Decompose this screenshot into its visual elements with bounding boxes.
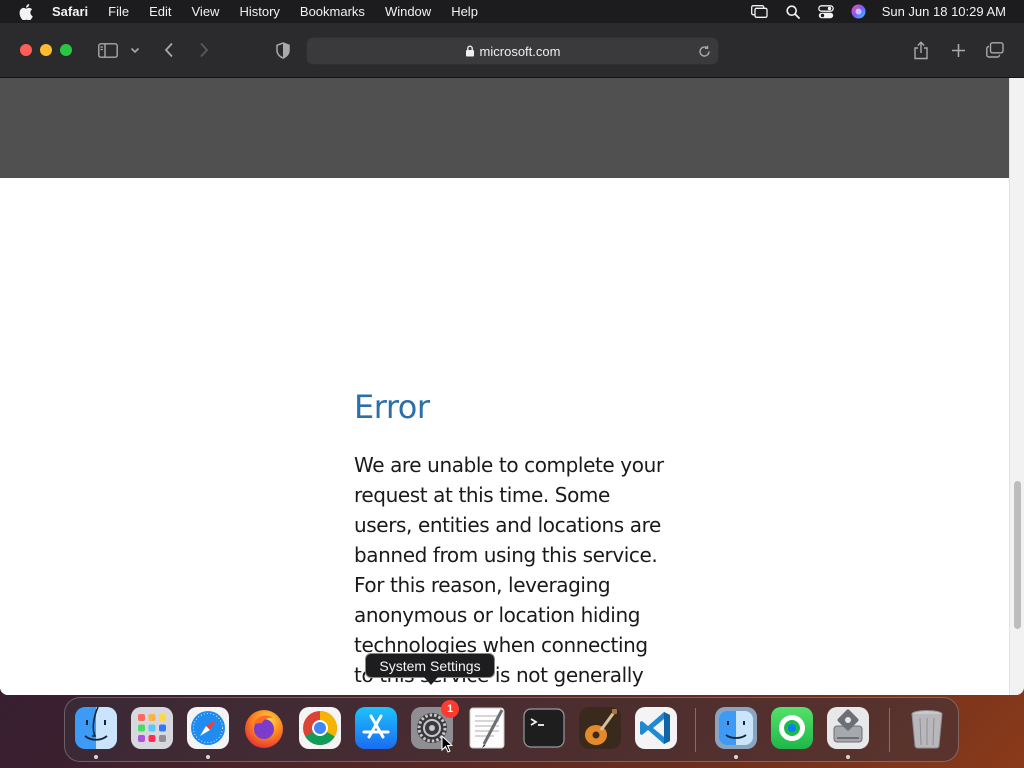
safari-window: microsoft.com Error We are unable to com… (0, 23, 1024, 695)
address-bar[interactable]: microsoft.com (306, 37, 719, 65)
trash-icon[interactable] (905, 706, 949, 750)
dock-separator (889, 708, 890, 752)
page-header-banner (0, 78, 1010, 178)
forward-arrow-icon[interactable] (193, 38, 215, 62)
mouse-cursor-icon (441, 735, 453, 753)
window-minimize-button[interactable] (40, 44, 52, 56)
menu-bookmarks[interactable]: Bookmarks (300, 4, 365, 19)
menu-history[interactable]: History (239, 4, 279, 19)
dock-tooltip: System Settings (365, 653, 495, 678)
menu-app-safari[interactable]: Safari (52, 4, 88, 19)
terminal-icon[interactable] (522, 706, 566, 750)
finder-icon[interactable] (74, 706, 118, 750)
spotlight-search-icon[interactable] (784, 4, 802, 20)
window-close-button[interactable] (20, 44, 32, 56)
menu-view[interactable]: View (192, 4, 220, 19)
dock-tooltip-arrow (424, 677, 438, 685)
new-tab-icon[interactable] (947, 38, 969, 62)
disk-utility-icon[interactable] (826, 706, 870, 750)
back-arrow-icon[interactable] (158, 38, 180, 62)
running-indicator (734, 755, 738, 759)
textedit-icon[interactable] (466, 706, 510, 750)
firefox-icon[interactable] (242, 706, 286, 750)
siri-icon[interactable] (850, 4, 868, 20)
menubar-clock[interactable]: Sun Jun 18 10:29 AM (882, 4, 1006, 19)
apple-logo-icon[interactable] (18, 3, 34, 20)
safari-icon[interactable] (186, 706, 230, 750)
web-page-content: Error We are unable to complete your req… (0, 78, 1010, 695)
launchpad-icon[interactable] (130, 706, 174, 750)
share-icon[interactable] (910, 38, 932, 62)
lock-icon (465, 45, 475, 57)
menu-edit[interactable]: Edit (149, 4, 171, 19)
privacy-shield-icon[interactable] (273, 38, 293, 62)
menu-help[interactable]: Help (451, 4, 478, 19)
page-scrollbar[interactable] (1009, 78, 1024, 695)
find-my-icon[interactable] (770, 706, 814, 750)
reload-icon[interactable] (696, 43, 712, 59)
address-text: microsoft.com (479, 43, 561, 59)
app-store-icon[interactable] (354, 706, 398, 750)
display-mirroring-icon[interactable] (751, 4, 769, 20)
chevron-down-icon[interactable] (128, 38, 142, 62)
vscode-icon[interactable] (634, 706, 678, 750)
error-heading: Error (354, 388, 430, 426)
finder-alt-icon[interactable] (714, 706, 758, 750)
menubar-status-area: Sun Jun 18 10:29 AM (736, 0, 1006, 23)
running-indicator (94, 755, 98, 759)
scrollbar-thumb[interactable] (1014, 481, 1021, 629)
menu-bar: Safari File Edit View History Bookmarks … (0, 0, 1024, 23)
sidebar-icon[interactable] (96, 38, 120, 62)
menu-window[interactable]: Window (385, 4, 431, 19)
dock: 1 (64, 697, 959, 762)
garageband-icon[interactable] (578, 706, 622, 750)
menu-file[interactable]: File (108, 4, 129, 19)
chrome-icon[interactable] (298, 706, 342, 750)
tab-overview-icon[interactable] (984, 38, 1006, 62)
notification-badge: 1 (441, 700, 459, 718)
browser-toolbar: microsoft.com (0, 23, 1024, 78)
window-zoom-button[interactable] (60, 44, 72, 56)
control-center-icon[interactable] (817, 4, 835, 20)
running-indicator (846, 755, 850, 759)
dock-separator (695, 708, 696, 752)
running-indicator (206, 755, 210, 759)
